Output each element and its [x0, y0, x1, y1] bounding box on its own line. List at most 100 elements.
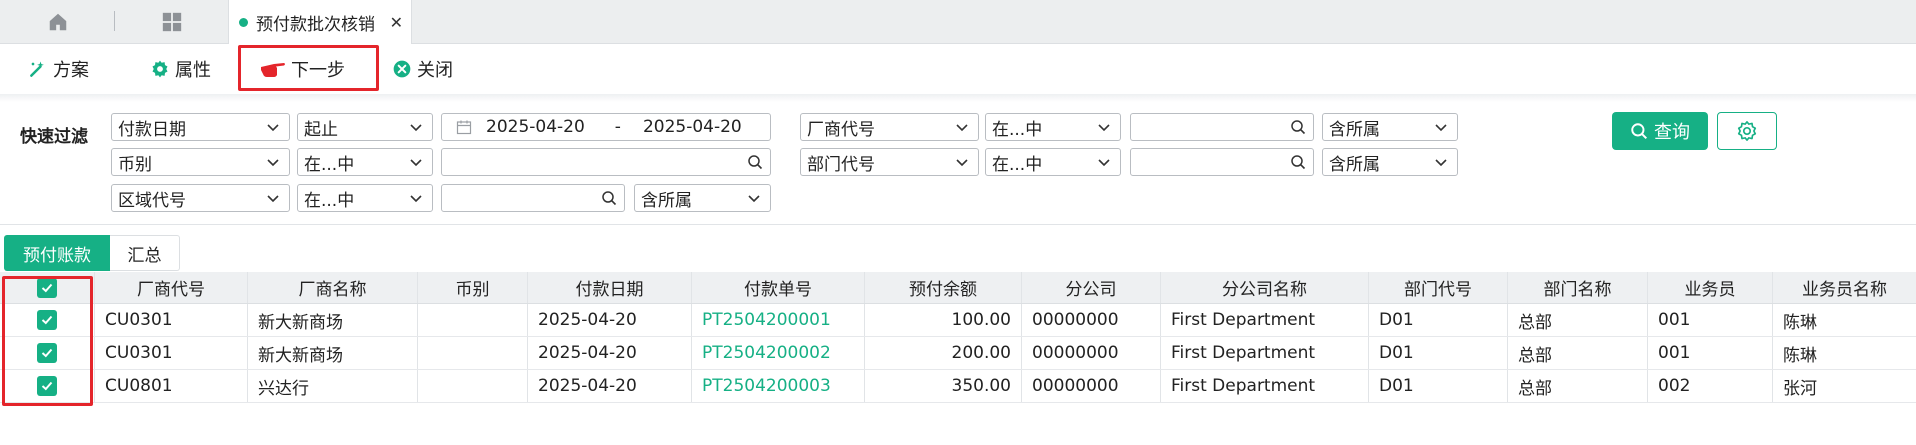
chevron-down-icon	[1435, 159, 1447, 167]
chevron-down-icon	[748, 195, 760, 203]
col-header-salesperson-name[interactable]: 业务员名称	[1773, 272, 1916, 303]
cell-dept-name: 总部	[1508, 370, 1648, 402]
cell-vendor-name: 新大新商场	[248, 337, 418, 369]
filter-op-value: 在...中	[304, 154, 355, 175]
tab-summary[interactable]: 汇总	[110, 235, 180, 271]
filter-field-value: 部门代号	[807, 154, 875, 175]
date-from: 2025-04-20	[486, 117, 585, 137]
cell-salesperson-name: 张河	[1783, 378, 1817, 399]
table-row[interactable]: CU0801 兴达行 2025-04-20 PT2504200003 350.0…	[0, 370, 1916, 403]
search-icon	[1631, 123, 1648, 140]
filter-field-select-3[interactable]: 币别	[111, 148, 290, 176]
cell-branch-name: First Department	[1161, 337, 1369, 369]
filter-field-value: 厂商代号	[807, 119, 875, 140]
filter-field-select-2[interactable]: 厂商代号	[800, 113, 979, 141]
cell-dept-name: 总部	[1508, 337, 1648, 369]
cell-currency	[418, 304, 528, 336]
close-icon[interactable]: ✕	[390, 13, 403, 32]
cell-payment-no-link[interactable]: PT2504200003	[692, 370, 865, 402]
cell-vendor-code: CU0801	[95, 370, 248, 402]
scheme-button[interactable]: 方案	[28, 44, 89, 94]
chevron-down-icon	[267, 124, 279, 132]
tab-prepaid-accounts[interactable]: 预付账款	[4, 235, 110, 271]
date-range-input[interactable]: 2025-04-20 - 2025-04-20	[441, 113, 771, 141]
chevron-down-icon	[1435, 124, 1447, 132]
table-row[interactable]: CU0301 新大新商场 2025-04-20 PT2504200002 200…	[0, 337, 1916, 370]
cell-branch: 00000000	[1022, 370, 1161, 402]
region-code-input[interactable]	[441, 184, 625, 212]
vendor-code-input[interactable]	[1130, 113, 1314, 141]
cell-salesperson-name: 陈琳	[1783, 345, 1817, 366]
scope-select-2[interactable]: 含所属	[1322, 148, 1458, 176]
filter-field-select-5[interactable]: 区域代号	[111, 184, 290, 212]
grid-icon[interactable]	[152, 0, 192, 44]
scope-value: 含所属	[1329, 119, 1380, 140]
filter-field-select-4[interactable]: 部门代号	[800, 148, 979, 176]
chevron-down-icon	[956, 159, 968, 167]
filter-op-select-4[interactable]: 在...中	[985, 148, 1121, 176]
chevron-down-icon	[410, 159, 422, 167]
cell-salesperson: 001	[1648, 304, 1773, 336]
cell-prepaid-balance: 350.00	[865, 370, 1022, 402]
date-to: 2025-04-20	[642, 117, 742, 137]
filter-op-value: 起止	[304, 119, 338, 140]
filter-op-select-1[interactable]: 起止	[297, 113, 433, 141]
search-icon[interactable]	[601, 190, 617, 206]
search-icon[interactable]	[1290, 154, 1306, 170]
department-code-input[interactable]	[1130, 148, 1314, 176]
col-header-vendor-code[interactable]: 厂商代号	[95, 272, 248, 303]
col-header-dept-name[interactable]: 部门名称	[1508, 272, 1648, 303]
property-button[interactable]: 属性	[150, 44, 211, 94]
col-header-branch-name[interactable]: 分公司名称	[1161, 272, 1369, 303]
scope-select-1[interactable]: 含所属	[1322, 113, 1458, 141]
filter-field-select-1[interactable]: 付款日期	[111, 113, 290, 141]
filter-op-select-2[interactable]: 在...中	[985, 113, 1121, 141]
cell-dept-name: 总部	[1508, 304, 1648, 336]
chevron-down-icon	[1098, 159, 1110, 167]
col-header-prepaid-balance[interactable]: 预付余额	[865, 272, 1022, 303]
filter-op-select-3[interactable]: 在...中	[297, 148, 433, 176]
cell-salesperson-name: 陈琳	[1783, 312, 1817, 333]
col-header-branch[interactable]: 分公司	[1022, 272, 1161, 303]
cell-vendor-code: CU0301	[95, 304, 248, 336]
close-button[interactable]: 关闭	[392, 44, 453, 94]
col-header-salesperson[interactable]: 业务员	[1648, 272, 1773, 303]
cell-payment-no-link[interactable]: PT2504200002	[692, 337, 865, 369]
currency-input[interactable]	[441, 148, 771, 176]
checkbox-column-highlight	[2, 276, 93, 406]
search-icon[interactable]	[1290, 119, 1306, 135]
col-header-currency[interactable]: 币别	[418, 272, 528, 303]
quick-filter-label: 快速过滤	[20, 127, 88, 147]
calendar-icon	[456, 120, 472, 135]
col-header-payment-no[interactable]: 付款单号	[692, 272, 865, 303]
query-button[interactable]: 查询	[1612, 112, 1708, 150]
filter-field-value: 区域代号	[118, 190, 186, 211]
table-row[interactable]: CU0301 新大新商场 2025-04-20 PT2504200001 100…	[0, 304, 1916, 337]
cell-dept-code: D01	[1369, 370, 1508, 402]
filter-op-select-5[interactable]: 在...中	[297, 184, 433, 212]
cell-payment-no-link[interactable]: PT2504200001	[692, 304, 865, 336]
next-step-highlight	[238, 45, 379, 91]
chevron-down-icon	[1098, 124, 1110, 132]
cell-salesperson: 002	[1648, 370, 1773, 402]
search-icon[interactable]	[747, 154, 763, 170]
cell-payment-date: 2025-04-20	[528, 337, 692, 369]
chevron-down-icon	[956, 124, 968, 132]
tab-bar: 预付款批次核销 ✕	[0, 0, 1916, 44]
col-header-dept-code[interactable]: 部门代号	[1369, 272, 1508, 303]
chevron-down-icon	[410, 124, 422, 132]
col-header-payment-date[interactable]: 付款日期	[528, 272, 692, 303]
home-icon[interactable]	[38, 0, 78, 44]
scope-select-3[interactable]: 含所属	[634, 184, 771, 212]
filter-settings-button[interactable]	[1717, 112, 1777, 150]
cell-prepaid-balance: 200.00	[865, 337, 1022, 369]
cell-dept-code: D01	[1369, 304, 1508, 336]
cell-vendor-code: CU0301	[95, 337, 248, 369]
col-header-vendor-name[interactable]: 厂商名称	[248, 272, 418, 303]
tab-active-dot	[239, 17, 248, 27]
close-label: 关闭	[417, 60, 453, 81]
tab-prepayment-writeoff[interactable]: 预付款批次核销 ✕	[228, 0, 412, 44]
close-circle-icon	[393, 60, 411, 78]
cell-currency	[418, 337, 528, 369]
filter-op-value: 在...中	[992, 154, 1043, 175]
